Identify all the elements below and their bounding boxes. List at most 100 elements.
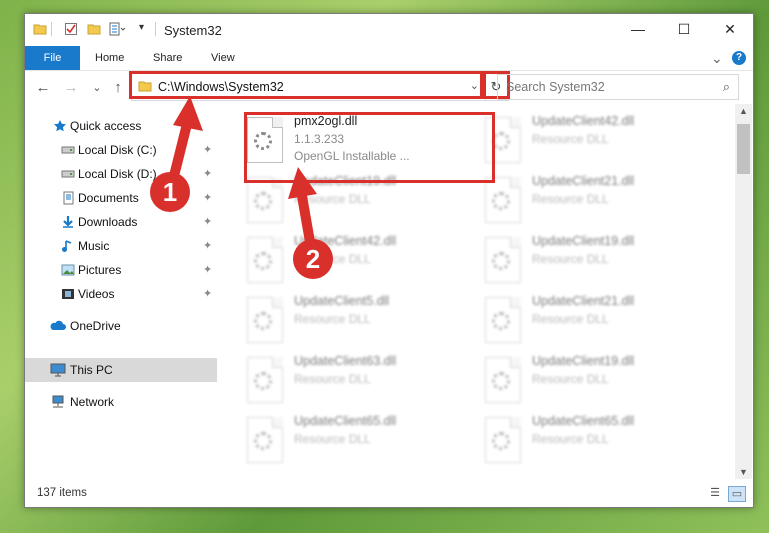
- file-name: UpdateClient21.dll: [532, 174, 635, 188]
- maximize-button[interactable]: ☐: [661, 14, 707, 44]
- sidebar-item-network[interactable]: Network: [25, 390, 217, 414]
- sidebar-item-documents[interactable]: Documents ✦: [25, 186, 217, 210]
- sidebar-item-label: Pictures: [78, 263, 122, 277]
- dll-file-icon: [485, 237, 521, 283]
- drive-icon: [61, 146, 75, 154]
- pin-icon[interactable]: ✦: [203, 239, 212, 252]
- gear-icon: [254, 432, 272, 450]
- sidebar-item-onedrive[interactable]: OneDrive: [25, 314, 217, 338]
- videos-icon: [62, 289, 74, 299]
- customize-view-icon[interactable]: [109, 22, 127, 36]
- file-item[interactable]: UpdateClient21.dll Resource DLL: [485, 174, 717, 230]
- tab-share[interactable]: Share: [153, 46, 182, 70]
- file-name: UpdateClient65.dll: [294, 414, 397, 428]
- file-detail: Resource DLL: [532, 432, 609, 446]
- gear-icon: [492, 192, 510, 210]
- large-icons-view-icon[interactable]: ▭: [728, 486, 746, 502]
- back-icon[interactable]: ←: [33, 78, 53, 98]
- file-name: UpdateClient19.dll: [532, 354, 635, 368]
- file-item[interactable]: UpdateClient65.dll Resource DLL: [247, 414, 479, 470]
- gear-icon: [492, 252, 510, 270]
- network-icon: [52, 395, 64, 408]
- dll-file-icon: [247, 357, 283, 403]
- sidebar-item-label: This PC: [70, 363, 113, 377]
- file-item[interactable]: UpdateClient19.dll Resource DLL: [485, 354, 717, 410]
- dll-file-icon: [485, 357, 521, 403]
- sidebar-item-label: Documents: [78, 191, 139, 205]
- music-icon: [62, 240, 72, 252]
- tab-view[interactable]: View: [211, 46, 235, 70]
- window-title: System32: [164, 23, 222, 38]
- dll-file-icon: [485, 417, 521, 463]
- divider: [51, 22, 52, 36]
- tab-home[interactable]: Home: [95, 46, 124, 70]
- file-detail: Resource DLL: [294, 312, 371, 326]
- file-item[interactable]: UpdateClient42.dll Resource DLL: [247, 234, 479, 290]
- gear-icon: [492, 372, 510, 390]
- file-item[interactable]: UpdateClient19.dll Resource DLL: [485, 234, 717, 290]
- close-button[interactable]: ✕: [707, 14, 753, 44]
- sidebar-item-videos[interactable]: Videos ✦: [25, 282, 217, 306]
- sidebar-item-this-pc[interactable]: This PC: [25, 358, 217, 382]
- properties-icon[interactable]: [64, 22, 78, 36]
- file-detail: Resource DLL: [532, 192, 609, 206]
- file-item[interactable]: UpdateClient21.dll Resource DLL: [485, 294, 717, 350]
- file-name: UpdateClient42.dll: [294, 234, 397, 248]
- explorer-window: ▾ System32 — ☐ ✕ File Home Share View ⌄ …: [24, 13, 754, 508]
- search-input[interactable]: Search System32 ⌕: [497, 74, 739, 100]
- pin-icon[interactable]: ✦: [203, 143, 212, 156]
- recent-locations-icon[interactable]: ⌄: [87, 78, 107, 98]
- vertical-scrollbar[interactable]: ▲ ▼: [735, 104, 752, 479]
- sidebar-item-label: Downloads: [78, 215, 138, 229]
- gear-icon: [254, 192, 272, 210]
- minimize-button[interactable]: —: [615, 14, 661, 44]
- scroll-up-icon[interactable]: ▲: [735, 104, 752, 118]
- dll-file-icon: [247, 237, 283, 283]
- forward-icon[interactable]: →: [61, 78, 81, 98]
- sidebar-item-quick-access[interactable]: Quick access: [25, 114, 217, 138]
- scrollbar-thumb[interactable]: [737, 124, 750, 174]
- divider: [155, 22, 156, 36]
- sidebar-item-label: Quick access: [70, 119, 142, 133]
- expand-ribbon-icon[interactable]: ⌄: [711, 46, 723, 70]
- new-folder-icon[interactable]: [87, 22, 101, 36]
- file-name: UpdateClient42.dll: [532, 114, 635, 128]
- file-item[interactable]: UpdateClient65.dll Resource DLL: [485, 414, 717, 470]
- pin-icon[interactable]: ✦: [203, 167, 212, 180]
- file-detail: Resource DLL: [294, 432, 371, 446]
- details-view-icon[interactable]: ☰: [707, 486, 723, 500]
- sidebar-item-local-disk-c[interactable]: Local Disk (C:) ✦: [25, 138, 217, 162]
- file-detail: Resource DLL: [294, 192, 371, 206]
- dll-file-icon: [485, 177, 521, 223]
- sidebar-item-downloads[interactable]: Downloads ✦: [25, 210, 217, 234]
- sidebar-item-pictures[interactable]: Pictures ✦: [25, 258, 217, 282]
- search-icon: ⌕: [722, 79, 730, 94]
- sidebar-item-music[interactable]: Music ✦: [25, 234, 217, 258]
- file-item[interactable]: UpdateClient42.dll Resource DLL: [485, 114, 717, 170]
- tab-file[interactable]: File: [25, 46, 80, 70]
- gear-icon: [492, 312, 510, 330]
- pin-icon[interactable]: ✦: [203, 263, 212, 276]
- file-item[interactable]: UpdateClient5.dll Resource DLL: [247, 294, 479, 350]
- gear-icon: [492, 432, 510, 450]
- pin-icon[interactable]: ✦: [203, 215, 212, 228]
- gear-icon: [254, 372, 272, 390]
- title-bar: ▾ System32 — ☐ ✕: [25, 14, 753, 46]
- pin-icon[interactable]: ✦: [203, 287, 212, 300]
- help-icon[interactable]: ?: [732, 51, 746, 65]
- pin-icon[interactable]: ✦: [203, 191, 212, 204]
- file-item[interactable]: UpdateClient63.dll Resource DLL: [247, 354, 479, 410]
- sidebar-item-label: Local Disk (D:): [78, 167, 157, 181]
- download-icon: [63, 216, 73, 228]
- quick-access-dropdown-icon[interactable]: ▾: [139, 22, 144, 33]
- item-count: 137 items: [37, 487, 87, 499]
- sidebar-item-label: Local Disk (C:): [78, 143, 157, 157]
- scroll-down-icon[interactable]: ▼: [735, 465, 752, 479]
- folder-icon[interactable]: [33, 22, 47, 36]
- up-icon[interactable]: ↑: [108, 78, 128, 98]
- gear-icon: [254, 252, 272, 270]
- file-name: UpdateClient65.dll: [532, 414, 635, 428]
- sidebar-item-local-disk-d[interactable]: Local Disk (D:) ✦: [25, 162, 217, 186]
- file-name: UpdateClient21.dll: [532, 294, 635, 308]
- file-detail: Resource DLL: [532, 372, 609, 386]
